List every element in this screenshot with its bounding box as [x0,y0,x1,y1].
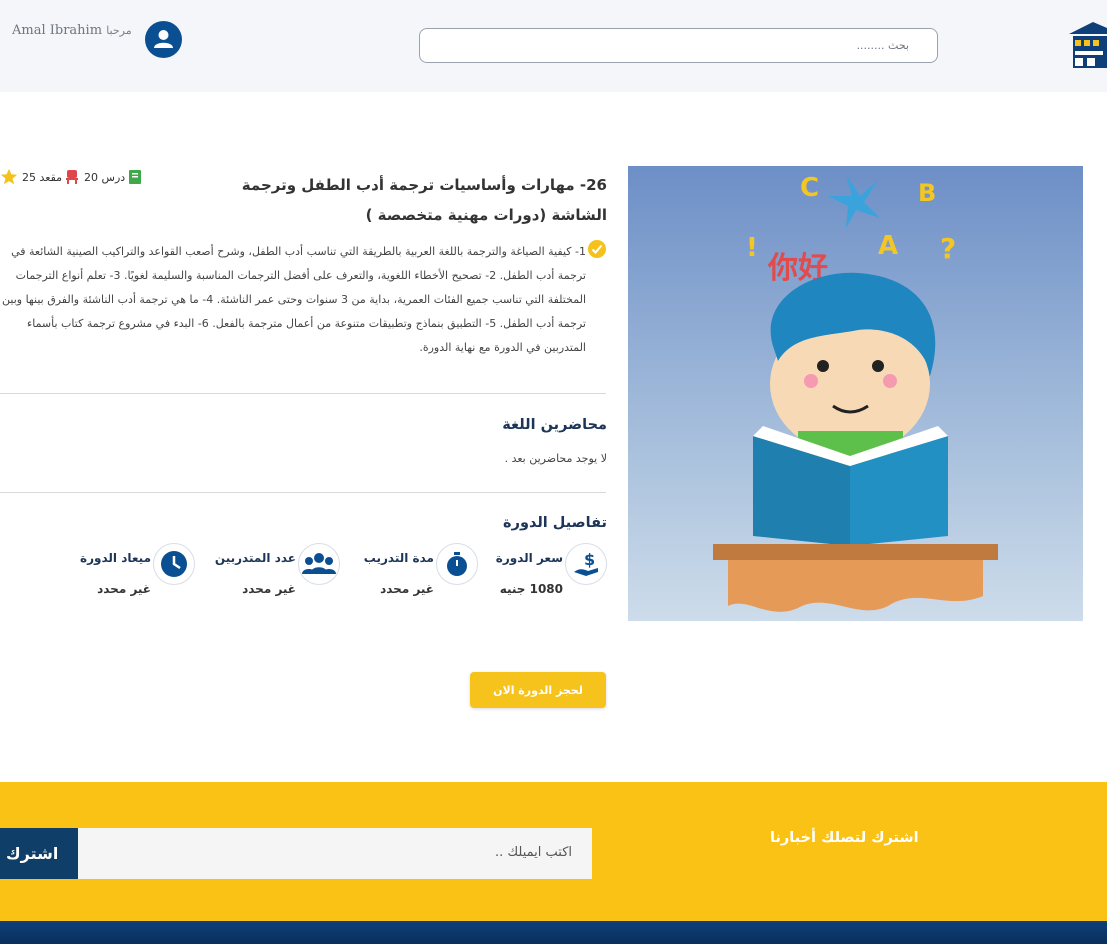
svg-text:?: ? [940,232,956,265]
user-greeting[interactable]: Amal Ibrahim مرحبا [12,23,132,38]
svg-text:A: A [878,231,898,261]
trainees-value: غير محدد [242,582,296,596]
chair-icon [66,170,79,184]
course-meta: 25 مقعد 20 درس [0,168,143,186]
duration-value: غير محدد [380,582,434,596]
stopwatch-icon [436,543,478,585]
seats-count: 25 مقعد [22,169,80,185]
subscribe-button[interactable]: اشترك [0,828,78,879]
svg-text:C: C [800,173,819,203]
greeting-label: مرحبا [106,24,132,37]
price-label: سعر الدورة [495,551,563,565]
check-icon [588,240,606,258]
newsletter-title: اشترك لتصلك أخبارنا [770,830,919,846]
search-placeholder: بحث ........ [856,39,909,52]
schedule-label: ميعاد الدورة [80,551,151,565]
svg-text:$: $ [584,550,595,569]
book-course-button[interactable]: لحجز الدورة الان [470,672,606,708]
avatar[interactable] [145,21,182,58]
lessons-count: 20 درس [84,169,143,185]
logo[interactable] [1067,18,1107,70]
email-placeholder: اكتب ايميلك .. [495,845,572,860]
detail-trainees: عدد المتدربين غير محدد [200,543,340,603]
svg-text:B: B [918,179,936,207]
email-input[interactable]: اكتب ايميلك .. [78,828,592,879]
svg-text:!: ! [746,233,758,263]
course-description: 1- كيفية الصياغة والترجمة باللغة العربية… [2,245,586,354]
lecturers-title: محاضرين اللغة [502,417,607,433]
seats-label: 25 مقعد [22,170,63,184]
user-icon [154,30,173,48]
user-name: Amal Ibrahim [12,23,103,38]
search-input[interactable]: بحث ........ [419,28,938,63]
book-icon [129,170,142,184]
duration-label: مدة التدريب [363,551,434,565]
lessons-label: 20 درس [84,170,126,184]
footer-bar [0,921,1107,944]
star-icon [0,168,18,185]
header: بحث ........ Amal Ibrahim مرحبا [0,0,1107,92]
divider [0,393,606,394]
lecturers-empty-text: لا يوجد محاضرين بعد . [504,452,607,465]
group-icon [298,543,340,585]
course-title: 26- مهارات وأساسيات ترجمة أدب الطفل وترج… [241,176,607,224]
clock-icon [153,543,195,585]
details-title: تفاصيل الدورة [503,515,607,531]
rating [0,168,18,186]
trainees-label: عدد المتدربين [214,551,296,565]
detail-duration: مدة التدريب غير محدد [345,543,478,603]
schedule-value: غير محدد [97,582,151,596]
detail-price: $ سعر الدورة 1080 جنيه [480,543,607,603]
price-value: 1080 جنيه [499,582,563,596]
divider [0,492,606,493]
hand-dollar-icon: $ [565,543,607,585]
detail-schedule: ميعاد الدورة غير محدد [60,543,195,603]
course-illustration: C B A ! ? 你好 [628,166,1083,621]
